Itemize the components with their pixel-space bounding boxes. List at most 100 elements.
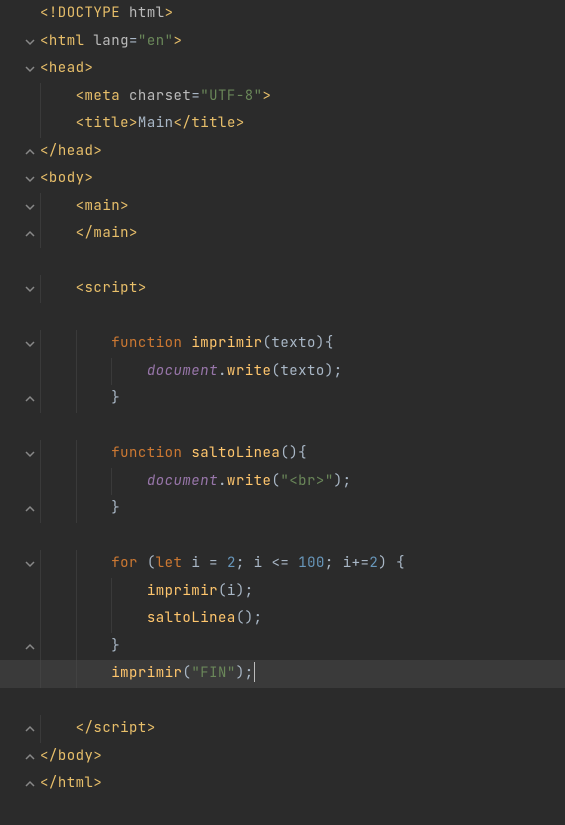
code-line[interactable]: <!DOCTYPE html> (40, 0, 405, 28)
token: { (325, 334, 334, 352)
token: ( (271, 472, 280, 490)
code-line[interactable] (40, 248, 405, 276)
code-line[interactable]: saltoLinea(); (40, 605, 405, 633)
token: ) (316, 334, 325, 352)
indent-guide (40, 660, 41, 688)
indent-guide (76, 495, 77, 523)
fold-close-icon[interactable] (25, 724, 35, 734)
code-editor[interactable]: <!DOCTYPE html><html lang="en"><head> <m… (0, 0, 565, 825)
token: = (209, 554, 227, 572)
code-line[interactable]: } (40, 495, 405, 523)
token: > (174, 32, 183, 50)
token: html (49, 32, 94, 50)
token: texto (280, 362, 325, 380)
token: </ (76, 224, 94, 242)
code-line[interactable] (40, 688, 405, 716)
code-line[interactable] (40, 413, 405, 441)
token: ; (236, 554, 254, 572)
fold-open-icon[interactable] (25, 284, 35, 294)
code-line[interactable]: <html lang="en"> (40, 28, 405, 56)
code-line[interactable] (40, 303, 405, 331)
code-line[interactable]: </main> (40, 220, 405, 248)
token: i (343, 554, 352, 572)
token: ; (343, 472, 352, 490)
code-line[interactable]: } (40, 385, 405, 413)
indent-guide (76, 660, 77, 688)
code-line[interactable]: imprimir("FIN"); (40, 660, 405, 688)
token: } (111, 499, 120, 517)
code-line[interactable]: <head> (40, 55, 405, 83)
token: > (165, 4, 174, 22)
token: < (76, 114, 85, 132)
indent-guide (40, 715, 41, 743)
code-line[interactable]: </head> (40, 138, 405, 166)
token: . (218, 472, 227, 490)
token: body (49, 169, 85, 187)
indent-guide (40, 440, 41, 468)
fold-close-icon[interactable] (25, 642, 35, 652)
token: ( (271, 362, 280, 380)
indent-guide (76, 385, 77, 413)
code-line[interactable] (40, 523, 405, 551)
indent-guide (76, 440, 77, 468)
code-line[interactable]: <title>Main</title> (40, 110, 405, 138)
code-line[interactable]: function saltoLinea(){ (40, 440, 405, 468)
fold-close-icon[interactable] (25, 752, 35, 762)
fold-open-icon[interactable] (25, 174, 35, 184)
code-line[interactable]: </html> (40, 770, 405, 798)
token: } (111, 637, 120, 655)
indent-guide (76, 605, 77, 633)
token: 2 (227, 554, 236, 572)
token: head (49, 59, 85, 77)
token: meta (85, 87, 130, 105)
token: "<br>" (280, 472, 333, 490)
token: > (129, 114, 138, 132)
indent-guide (40, 83, 41, 111)
code-line[interactable]: for (let i = 2; i <= 100; i+=2) { (40, 550, 405, 578)
code-line[interactable]: document.write("<br>"); (40, 468, 405, 496)
fold-close-icon[interactable] (25, 147, 35, 157)
fold-close-icon[interactable] (25, 394, 35, 404)
code-line[interactable]: <body> (40, 165, 405, 193)
indent-guide (40, 605, 41, 633)
fold-open-icon[interactable] (25, 559, 35, 569)
code-line[interactable]: function imprimir(texto){ (40, 330, 405, 358)
fold-close-icon[interactable] (25, 504, 35, 514)
fold-open-icon[interactable] (25, 37, 35, 47)
token: ( (236, 609, 245, 627)
token: ; (325, 554, 343, 572)
fold-open-icon[interactable] (25, 449, 35, 459)
code-line[interactable]: </body> (40, 743, 405, 771)
indent-guide (111, 358, 112, 386)
code-line[interactable]: document.write(texto); (40, 358, 405, 386)
token: imprimir (191, 334, 262, 352)
code-line[interactable]: </script> (40, 715, 405, 743)
indent-guide (76, 468, 77, 496)
fold-close-icon[interactable] (25, 229, 35, 239)
fold-close-icon[interactable] (25, 779, 35, 789)
token: function (111, 334, 191, 352)
indent-guide (111, 468, 112, 496)
text-cursor (254, 662, 255, 682)
token: 100 (298, 554, 325, 572)
code-area[interactable]: <!DOCTYPE html><html lang="en"><head> <m… (40, 0, 405, 798)
indent-guide (40, 550, 41, 578)
code-line[interactable]: imprimir(i); (40, 578, 405, 606)
token: ; (334, 362, 343, 380)
token: ) (245, 609, 254, 627)
code-line[interactable]: <meta charset="UTF-8"> (40, 83, 405, 111)
token: ) (378, 554, 396, 572)
code-line[interactable]: <main> (40, 193, 405, 221)
token: ) (334, 472, 343, 490)
code-line[interactable]: <script> (40, 275, 405, 303)
token: < (40, 32, 49, 50)
fold-open-icon[interactable] (25, 339, 35, 349)
token: </ (40, 142, 58, 160)
token: < (76, 87, 85, 105)
token: </ (40, 774, 58, 792)
token: saltoLinea (191, 444, 280, 462)
fold-open-icon[interactable] (25, 64, 35, 74)
token: ; (245, 664, 254, 682)
code-line[interactable]: } (40, 633, 405, 661)
fold-open-icon[interactable] (25, 202, 35, 212)
